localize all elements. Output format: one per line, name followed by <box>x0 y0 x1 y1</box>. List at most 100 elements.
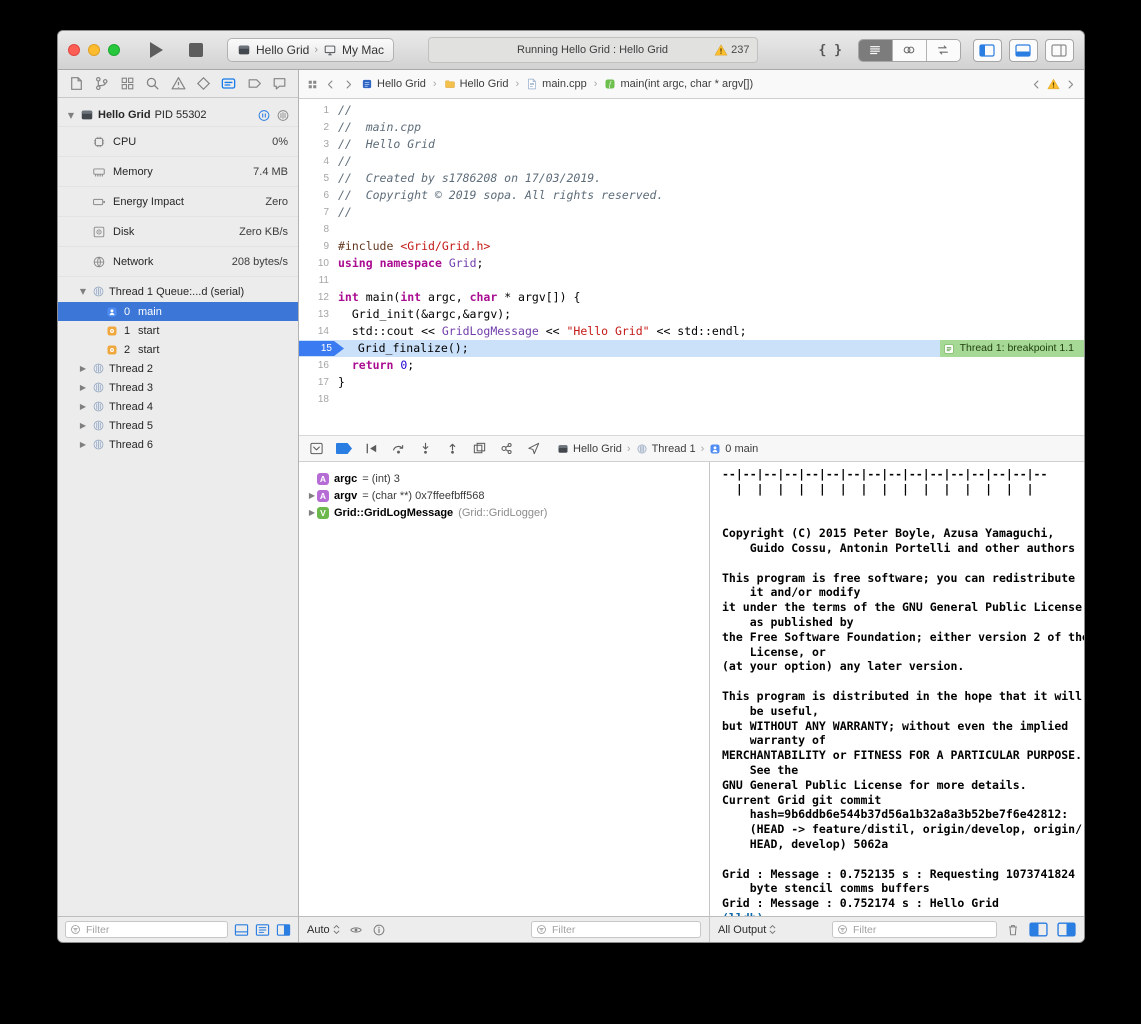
version-editor-button[interactable] <box>926 40 960 61</box>
report-navigator-icon[interactable] <box>271 75 288 92</box>
disclosure-open-icon[interactable]: ▼ <box>66 111 76 120</box>
back-icon[interactable] <box>325 79 336 90</box>
forward-icon[interactable] <box>343 79 354 90</box>
code-line-16[interactable]: 16 return 0; <box>299 357 1084 374</box>
line-number[interactable]: 11 <box>299 272 338 289</box>
line-number[interactable]: 17 <box>299 374 338 391</box>
line-number[interactable]: 16 <box>299 357 338 374</box>
process-row[interactable]: ▼ Hello Grid PID 55302 <box>58 104 298 126</box>
disclosure-closed-icon[interactable]: ▶ <box>78 364 88 373</box>
breakpoint-navigator-icon[interactable] <box>246 75 263 92</box>
gauge-disk[interactable]: DiskZero KB/s <box>58 217 298 247</box>
code-line-7[interactable]: 7// <box>299 204 1084 221</box>
simulate-location-icon[interactable] <box>526 441 541 456</box>
code-line-9[interactable]: 9#include <Grid/Grid.h> <box>299 238 1084 255</box>
code-line-2[interactable]: 2// main.cpp <box>299 119 1084 136</box>
line-number[interactable]: 12 <box>299 289 338 306</box>
variable-row-argc[interactable]: Aargc= (int) 3 <box>299 470 709 487</box>
variables-filter-input[interactable] <box>550 923 696 937</box>
code-editor[interactable]: 1//2// main.cpp3// Hello Grid4//5// Crea… <box>299 99 1084 435</box>
zoom-button[interactable] <box>108 44 120 56</box>
variable-row-grid-gridlogmessage[interactable]: ▶VGrid::GridLogMessage(Grid::GridLogger) <box>299 504 709 521</box>
hide-debug-area-icon[interactable] <box>309 441 324 456</box>
console-scope-popup[interactable]: All Output <box>718 924 776 936</box>
line-number[interactable]: 6 <box>299 187 338 204</box>
debug-view-hierarchy-icon[interactable] <box>472 441 487 456</box>
code-line-17[interactable]: 17} <box>299 374 1084 391</box>
console-pane-toggle-icon[interactable] <box>1057 922 1076 937</box>
debug-breadcrumb-item[interactable]: 0 main <box>709 443 758 455</box>
issue-navigator-icon[interactable] <box>170 75 187 92</box>
stack-frame-1[interactable]: 1start <box>58 321 298 340</box>
code-line-12[interactable]: 12int main(int argc, char * argv[]) { <box>299 289 1084 306</box>
disclosure-closed-icon[interactable]: ▶ <box>307 508 317 517</box>
toggle-inspector-button[interactable] <box>1045 39 1074 62</box>
jumpbar-item[interactable]: fmain(int argc, char * argv[]) <box>604 78 753 90</box>
continue-icon[interactable] <box>364 441 379 456</box>
gauge-memory[interactable]: Memory7.4 MB <box>58 157 298 187</box>
disclosure-open-icon[interactable]: ▼ <box>78 287 88 296</box>
test-navigator-icon[interactable] <box>195 75 212 92</box>
code-line-6[interactable]: 6// Copyright © 2019 sopa. All rights re… <box>299 187 1084 204</box>
code-line-8[interactable]: 8 <box>299 221 1084 238</box>
code-line-15[interactable]: 15 Grid_finalize();Thread 1: breakpoint … <box>299 340 1084 357</box>
stop-button[interactable] <box>189 43 203 57</box>
code-review-button[interactable]: { } <box>814 43 845 58</box>
related-items-icon[interactable] <box>307 79 318 90</box>
thread-row-thread-4[interactable]: ▶Thread 4 <box>58 397 298 416</box>
thread-1-row[interactable]: ▼ Thread 1 Queue:...d (serial) <box>58 281 298 302</box>
disclosure-closed-icon[interactable]: ▶ <box>78 421 88 430</box>
line-number[interactable]: 3 <box>299 136 338 153</box>
code-line-14[interactable]: 14 std::cout << GridLogMessage << "Hello… <box>299 323 1084 340</box>
thread-row-thread-2[interactable]: ▶Thread 2 <box>58 359 298 378</box>
code-line-5[interactable]: 5// Created by s1786208 on 17/03/2019. <box>299 170 1084 187</box>
line-number[interactable]: 8 <box>299 221 338 238</box>
assistant-editor-button[interactable] <box>892 40 926 61</box>
scheme-selector[interactable]: Hello Grid › My Mac <box>227 38 394 62</box>
jumpbar-item[interactable]: Hello Grid <box>444 78 509 90</box>
debug-breadcrumb-item[interactable]: Hello Grid <box>557 443 622 455</box>
code-line-18[interactable]: 18 <box>299 391 1084 408</box>
variable-row-argv[interactable]: ▶Aargv= (char **) 0x7ffeefbff568 <box>299 487 709 504</box>
debug-breadcrumb-item[interactable]: Thread 1 <box>636 443 696 455</box>
line-number[interactable]: 5 <box>299 170 338 187</box>
line-number[interactable]: 2 <box>299 119 338 136</box>
thread-row-thread-6[interactable]: ▶Thread 6 <box>58 435 298 454</box>
line-number[interactable]: 13 <box>299 306 338 323</box>
disclosure-closed-icon[interactable]: ▶ <box>307 491 317 500</box>
line-number[interactable]: 1 <box>299 102 338 119</box>
info-icon[interactable] <box>372 923 386 937</box>
line-number[interactable]: 10 <box>299 255 338 272</box>
code-line-10[interactable]: 10using namespace Grid; <box>299 255 1084 272</box>
thread-row-thread-5[interactable]: ▶Thread 5 <box>58 416 298 435</box>
stack-frame-2[interactable]: 2start <box>58 340 298 359</box>
variables-view[interactable]: Aargc= (int) 3▶Aargv= (char **) 0x7ffeef… <box>299 462 709 916</box>
line-number[interactable]: 18 <box>299 391 338 408</box>
minimize-button[interactable] <box>88 44 100 56</box>
breakpoint-annotation[interactable]: Thread 1: breakpoint 1.1 <box>940 340 1084 357</box>
line-number[interactable]: 7 <box>299 204 338 221</box>
variables-filter-field[interactable] <box>531 921 701 938</box>
line-number[interactable]: 4 <box>299 153 338 170</box>
warning-badge[interactable]: 237 <box>714 44 749 56</box>
gauge-energy-impact[interactable]: Energy ImpactZero <box>58 187 298 217</box>
toggle-debug-area-button[interactable] <box>1009 39 1038 62</box>
line-number[interactable]: 9 <box>299 238 338 255</box>
navigator-filter-field[interactable] <box>65 921 228 938</box>
jumpbar-item[interactable]: Hello Grid <box>361 78 426 90</box>
standard-editor-button[interactable] <box>859 40 892 61</box>
pause-process-icon[interactable] <box>257 109 271 122</box>
debug-view-mode-icon-2[interactable] <box>255 923 270 937</box>
thread-row-thread-3[interactable]: ▶Thread 3 <box>58 378 298 397</box>
source-control-navigator-icon[interactable] <box>93 75 110 92</box>
code-line-3[interactable]: 3// Hello Grid <box>299 136 1084 153</box>
disclosure-closed-icon[interactable]: ▶ <box>78 440 88 449</box>
code-line-11[interactable]: 11 <box>299 272 1084 289</box>
debug-view-mode-icon-3[interactable] <box>276 923 291 937</box>
variables-pane-toggle-icon[interactable] <box>1029 922 1048 937</box>
warning-icon[interactable] <box>1047 78 1060 90</box>
project-navigator-icon[interactable] <box>68 75 85 92</box>
console-filter-input[interactable] <box>851 923 992 937</box>
step-out-icon[interactable] <box>445 441 460 456</box>
gauge-network[interactable]: Network208 bytes/s <box>58 247 298 277</box>
